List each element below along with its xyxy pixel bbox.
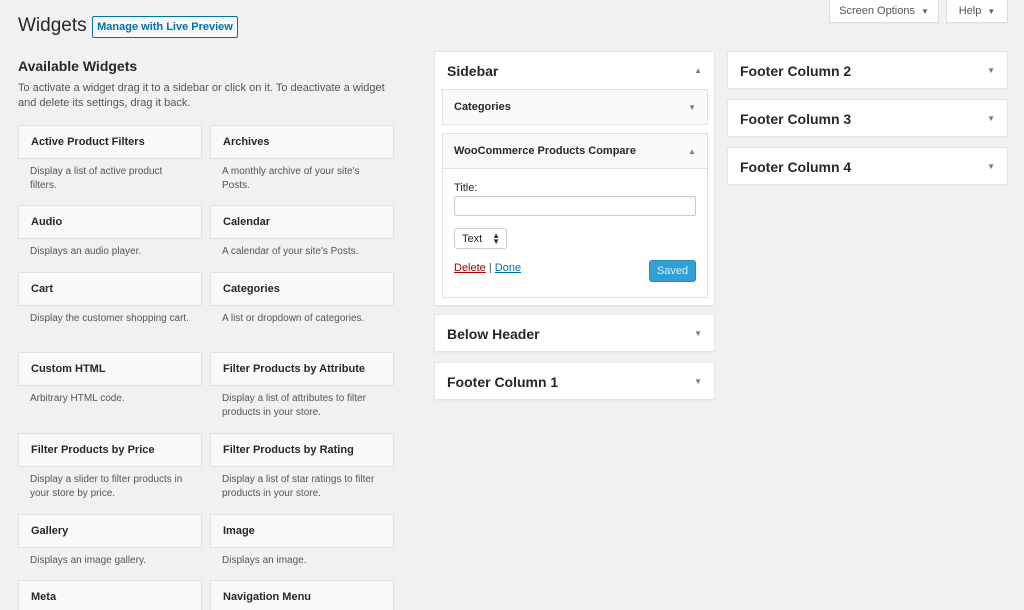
footer-column-4-area[interactable]: Footer Column 4 ▼ [727, 147, 1008, 185]
caret-down-icon[interactable]: ▼ [694, 329, 702, 338]
widget-item[interactable]: Meta [18, 580, 202, 610]
widget-description: A list or dropdown of categories. [222, 313, 365, 324]
sidebar-widget-compare[interactable]: WooCommerce Products Compare ▲ Title: Te… [442, 133, 708, 298]
screen-options-tab[interactable]: Screen Options ▼ [829, 0, 939, 23]
footer-column-3-header[interactable]: Footer Column 3 ▼ [728, 100, 1007, 137]
widget-title[interactable]: Custom HTML [18, 352, 202, 386]
screen-options-label: Screen Options [839, 5, 915, 17]
footer-column-1-header[interactable]: Footer Column 1 ▼ [435, 363, 714, 400]
done-link[interactable]: Done [495, 262, 521, 274]
widget-title[interactable]: Gallery [18, 514, 202, 548]
widget-title[interactable]: Audio [18, 205, 202, 239]
footer-column-4-header[interactable]: Footer Column 4 ▼ [728, 148, 1007, 185]
widget-item[interactable]: Gallery Displays an image gallery. [18, 514, 202, 568]
help-label: Help [958, 5, 982, 17]
caret-up-icon[interactable]: ▲ [694, 66, 702, 75]
sidebar-widget-categories[interactable]: Categories ▼ [442, 89, 708, 125]
widget-area-title: Below Header [447, 325, 540, 342]
widget-item[interactable]: Custom HTML Arbitrary HTML code. [18, 352, 202, 406]
title-field-label: Title: [454, 182, 478, 194]
caret-down-icon[interactable]: ▼ [688, 103, 696, 112]
widget-item[interactable]: Filter Products by Rating Display a list… [210, 433, 394, 501]
widget-title[interactable]: Navigation Menu [210, 580, 394, 610]
widget-description: Displays an image. [222, 555, 307, 566]
footer-column-2-area[interactable]: Footer Column 2 ▼ [727, 51, 1008, 89]
below-header-area[interactable]: Below Header ▼ [434, 314, 715, 352]
widget-title[interactable]: Meta [18, 580, 202, 610]
sidebar-area-title: Sidebar [447, 62, 499, 79]
widget-description: Display the customer shopping cart. [30, 313, 189, 324]
widget-title[interactable]: Active Product Filters [18, 125, 202, 159]
widget-description: A calendar of your site's Posts. [222, 246, 359, 257]
widget-area-title: Footer Column 3 [740, 110, 852, 127]
widget-settings-form: Title: Text ▲ ▼ Delete | Done Saved [443, 168, 707, 297]
available-widgets-heading: Available Widgets [18, 58, 138, 74]
widget-area-title: Footer Column 2 [740, 62, 852, 79]
widget-description: Display a list of attributes to filter p… [222, 393, 366, 418]
widget-description: Display a slider to filter products in y… [30, 474, 183, 499]
widget-item[interactable]: Cart Display the customer shopping cart. [18, 272, 202, 326]
widget-item[interactable]: Image Displays an image. [210, 514, 394, 568]
widget-description: Display a list of star ratings to filter… [222, 474, 375, 499]
manage-live-preview-button[interactable]: Manage with Live Preview [92, 16, 238, 38]
widget-item[interactable]: Categories A list or dropdown of categor… [210, 272, 394, 326]
caret-down-icon[interactable]: ▼ [987, 114, 995, 123]
widget-area-title: Footer Column 4 [740, 158, 852, 175]
widget-control-links: Delete | Done [454, 262, 521, 274]
widget-item[interactable]: Filter Products by Attribute Display a l… [210, 352, 394, 420]
widget-item[interactable]: Calendar A calendar of your site's Posts… [210, 205, 394, 259]
widget-area-title: Footer Column 1 [447, 373, 559, 390]
caret-down-icon[interactable]: ▼ [987, 66, 995, 75]
widget-title[interactable]: Archives [210, 125, 394, 159]
type-select-value: Text [462, 232, 483, 245]
widget-description: Arbitrary HTML code. [30, 393, 125, 404]
caret-down-icon: ▼ [987, 6, 996, 16]
title-field[interactable] [454, 196, 696, 216]
delete-link[interactable]: Delete [454, 262, 486, 274]
sidebar-widget-title: Categories [454, 101, 511, 113]
sidebar-widget-header[interactable]: Categories ▼ [443, 90, 707, 124]
footer-column-3-area[interactable]: Footer Column 3 ▼ [727, 99, 1008, 137]
below-header-area-header[interactable]: Below Header ▼ [435, 315, 714, 352]
sidebar-widget-header[interactable]: WooCommerce Products Compare ▲ [443, 134, 707, 168]
widget-description: Display a list of active product filters… [30, 166, 163, 191]
widget-description: Displays an image gallery. [30, 555, 146, 566]
widget-title[interactable]: Filter Products by Rating [210, 433, 394, 467]
widget-item[interactable]: Archives A monthly archive of your site'… [210, 125, 394, 193]
footer-column-2-header[interactable]: Footer Column 2 ▼ [728, 52, 1007, 89]
widget-description: Displays an audio player. [30, 246, 142, 257]
sidebar-area: Sidebar ▲ Categories ▼ WooCommerce Produ… [434, 51, 715, 306]
sidebar-area-header[interactable]: Sidebar ▲ [435, 52, 714, 89]
widget-item[interactable]: Active Product Filters Display a list of… [18, 125, 202, 193]
caret-up-icon[interactable]: ▲ [688, 147, 696, 156]
widget-item[interactable]: Filter Products by Price Display a slide… [18, 433, 202, 501]
sidebar-widget-title: WooCommerce Products Compare [454, 145, 636, 157]
select-arrows-icon: ▲ ▼ [492, 230, 500, 246]
caret-down-icon: ▼ [920, 6, 929, 16]
caret-down-icon[interactable]: ▼ [987, 162, 995, 171]
saved-button[interactable]: Saved [649, 260, 696, 282]
widget-title[interactable]: Calendar [210, 205, 394, 239]
widget-description: A monthly archive of your site's Posts. [222, 166, 360, 191]
widget-title[interactable]: Categories [210, 272, 394, 306]
widget-title[interactable]: Cart [18, 272, 202, 306]
footer-column-1-area[interactable]: Footer Column 1 ▼ [434, 362, 715, 400]
link-separator: | [488, 262, 492, 274]
widget-title[interactable]: Image [210, 514, 394, 548]
widget-item[interactable]: Navigation Menu [210, 580, 394, 610]
widget-item[interactable]: Audio Displays an audio player. [18, 205, 202, 259]
available-widgets-description: To activate a widget drag it to a sideba… [18, 82, 385, 109]
type-select[interactable]: Text ▲ ▼ [454, 228, 507, 249]
widget-title[interactable]: Filter Products by Price [18, 433, 202, 467]
page-title: Widgets [18, 15, 87, 36]
caret-down-icon[interactable]: ▼ [694, 377, 702, 386]
help-tab[interactable]: Help ▼ [946, 0, 1008, 23]
widget-title[interactable]: Filter Products by Attribute [210, 352, 394, 386]
